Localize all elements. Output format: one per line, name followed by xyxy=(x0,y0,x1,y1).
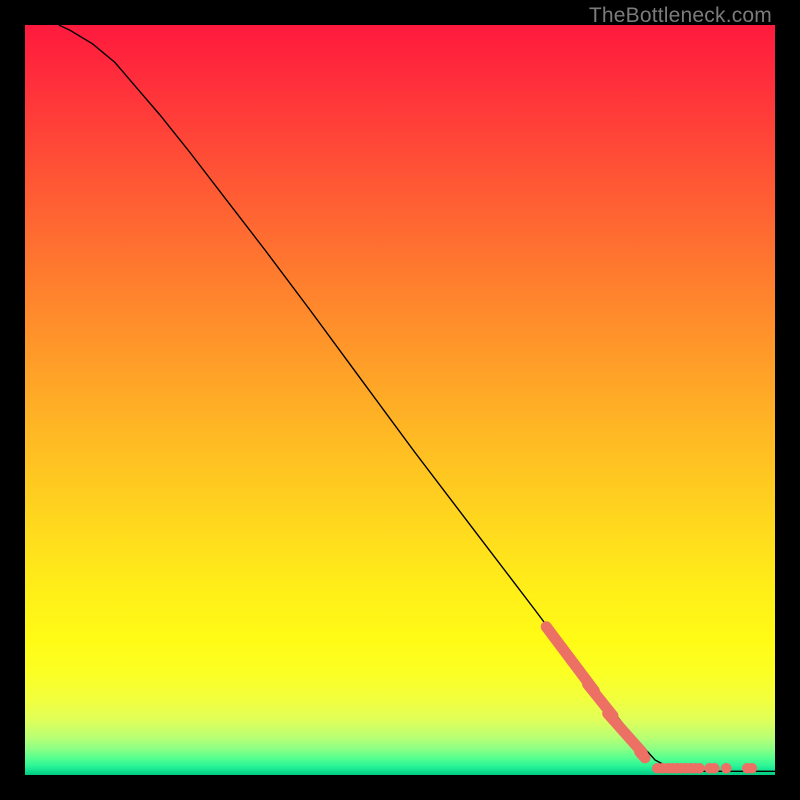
marker-clusters xyxy=(539,619,653,766)
bottom-marker xyxy=(694,763,705,774)
bottom-marker xyxy=(747,763,758,774)
chart-overlay xyxy=(25,25,775,775)
plot-area xyxy=(25,25,775,775)
bottom-marker xyxy=(709,763,720,774)
bottom-marker xyxy=(721,763,732,774)
bottom-markers xyxy=(652,763,757,774)
chart-frame: TheBottleneck.com xyxy=(0,0,800,800)
bottleneck-curve xyxy=(59,25,775,771)
watermark-text: TheBottleneck.com xyxy=(589,4,772,28)
